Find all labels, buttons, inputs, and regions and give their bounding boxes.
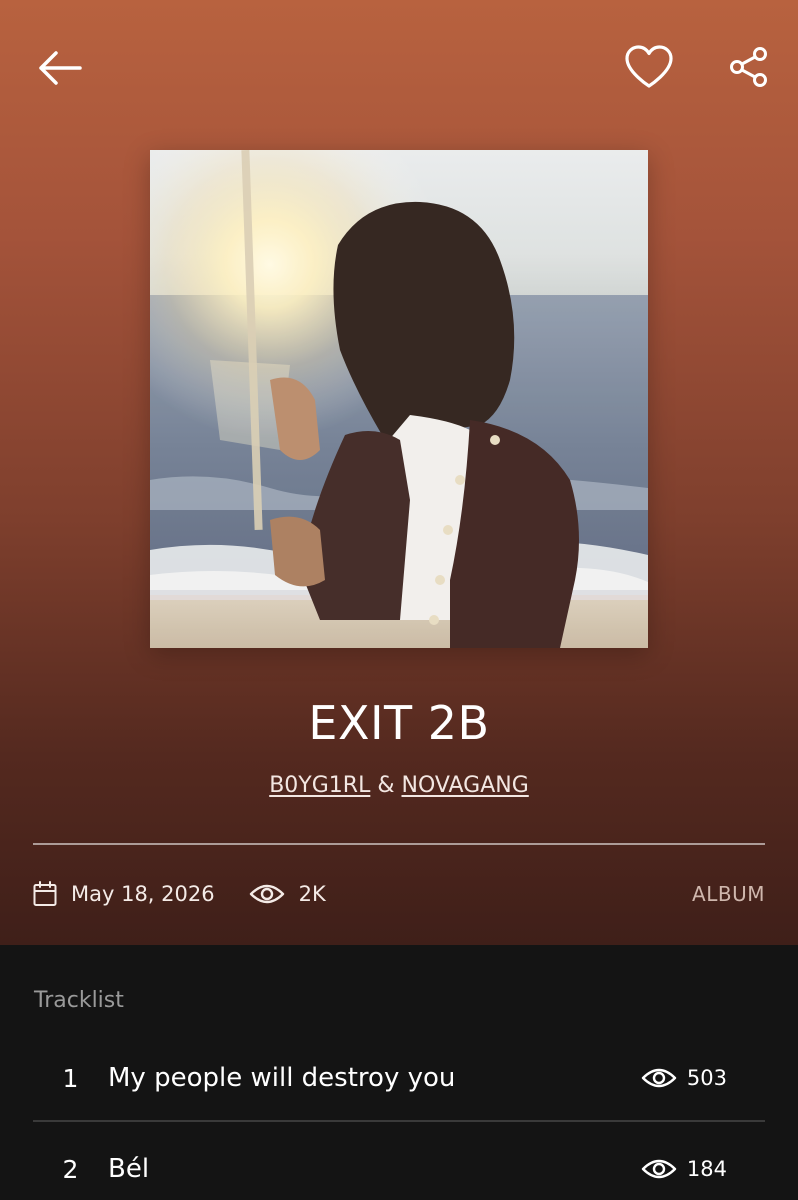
track-row[interactable]: 2 Bél 184	[33, 1134, 765, 1200]
track-view-count: 184	[641, 1157, 727, 1181]
heart-outline-icon	[625, 45, 673, 88]
track-number: 2	[62, 1154, 79, 1184]
release-type: ALBUM	[692, 882, 765, 906]
track-title: Bél	[108, 1154, 150, 1184]
album-screen: EXIT 2B B0YG1RL & NOVAGANG May 18, 2026	[0, 0, 798, 1200]
tracklist-heading: Tracklist	[34, 988, 124, 1013]
track-number: 1	[62, 1063, 79, 1093]
divider	[33, 843, 765, 845]
album-cover-image	[150, 150, 648, 648]
release-date: May 18, 2026	[71, 882, 215, 906]
arrow-left-icon	[39, 51, 82, 85]
track-views-value: 184	[686, 1157, 727, 1181]
back-button[interactable]	[28, 38, 90, 98]
artist-link[interactable]: B0YG1RL	[269, 773, 370, 798]
eye-icon	[641, 1066, 677, 1090]
track-views-value: 503	[686, 1066, 727, 1090]
eye-icon	[641, 1157, 677, 1181]
artist-link[interactable]: NOVAGANG	[401, 773, 528, 798]
share-button[interactable]	[720, 38, 778, 96]
share-icon	[730, 47, 767, 87]
track-title: My people will destroy you	[108, 1063, 456, 1093]
track-row[interactable]: 1 My people will destroy you 503	[33, 1043, 765, 1113]
album-view-count: 2K	[298, 882, 326, 906]
track-divider	[33, 1120, 765, 1122]
track-view-count: 503	[641, 1066, 727, 1090]
calendar-icon	[33, 881, 57, 907]
artist-credits: B0YG1RL & NOVAGANG	[0, 770, 798, 802]
album-meta-row: May 18, 2026 2K ALBUM	[33, 872, 765, 916]
favorite-button[interactable]	[618, 36, 680, 98]
album-header: EXIT 2B B0YG1RL & NOVAGANG May 18, 2026	[0, 0, 798, 945]
eye-icon	[249, 882, 285, 906]
tracklist-section: Tracklist 1 My people will destroy you 5…	[0, 945, 798, 1200]
artist-separator: &	[377, 773, 395, 798]
album-title: EXIT 2B	[308, 696, 490, 750]
